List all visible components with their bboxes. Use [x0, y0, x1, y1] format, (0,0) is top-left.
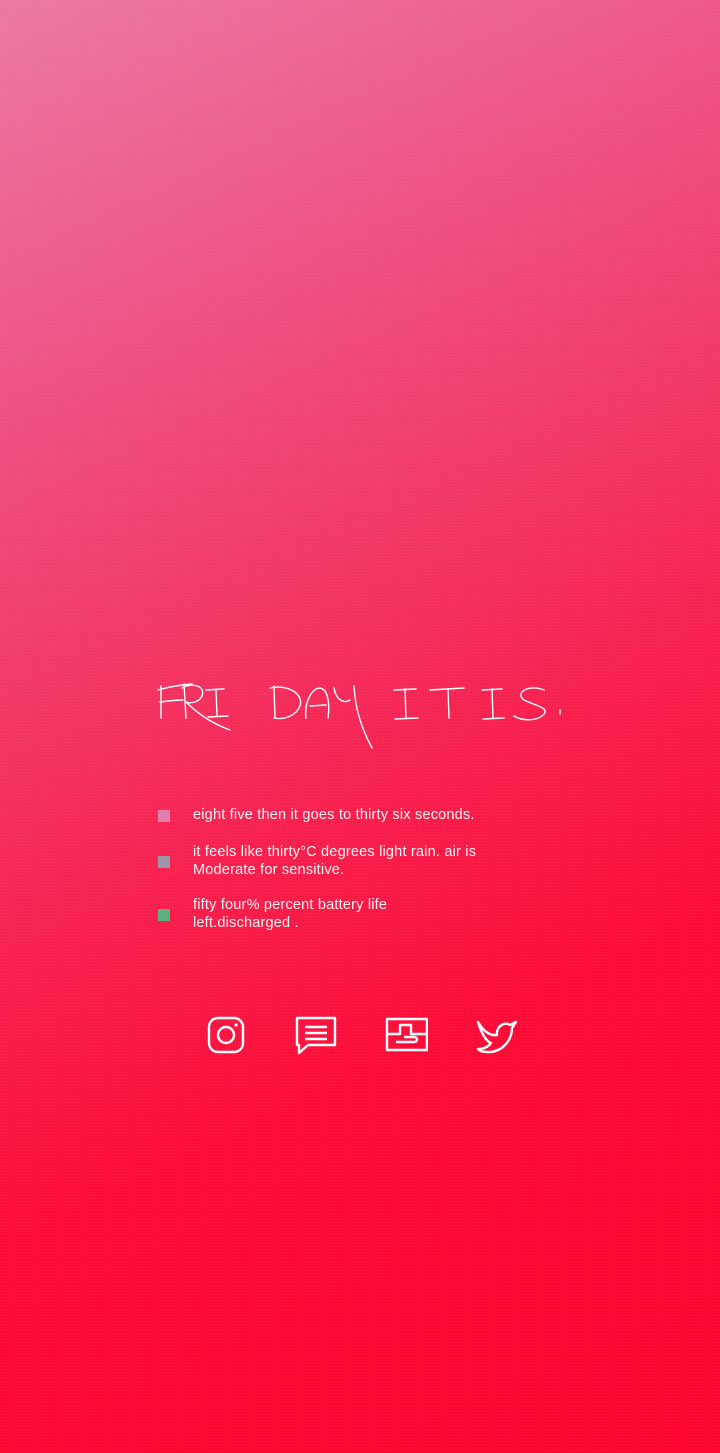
messages-icon[interactable] [294, 1013, 338, 1057]
day-headline-handwriting [157, 683, 561, 749]
bullet-gray [158, 856, 170, 868]
mail-icon[interactable] [384, 1013, 429, 1057]
instagram-icon[interactable] [204, 1013, 248, 1057]
list-item-time: eight five then it goes to thirty six se… [158, 806, 475, 824]
weather-text: it feels like thirty°C degrees light rai… [193, 844, 477, 878]
list-item-battery: fifty four% percent battery life left.di… [158, 896, 453, 932]
bullet-pink [158, 810, 170, 822]
list-item-weather: it feels like thirty°C degrees light rai… [158, 843, 513, 879]
battery-text: fifty four% percent battery life left.di… [193, 897, 388, 931]
twitter-icon[interactable] [474, 1013, 518, 1057]
day-headline: FRI DAY IT IS. [157, 672, 578, 752]
app-shortcuts [204, 1013, 524, 1059]
time-text: eight five then it goes to thirty six se… [193, 807, 475, 823]
bullet-green [158, 909, 170, 921]
